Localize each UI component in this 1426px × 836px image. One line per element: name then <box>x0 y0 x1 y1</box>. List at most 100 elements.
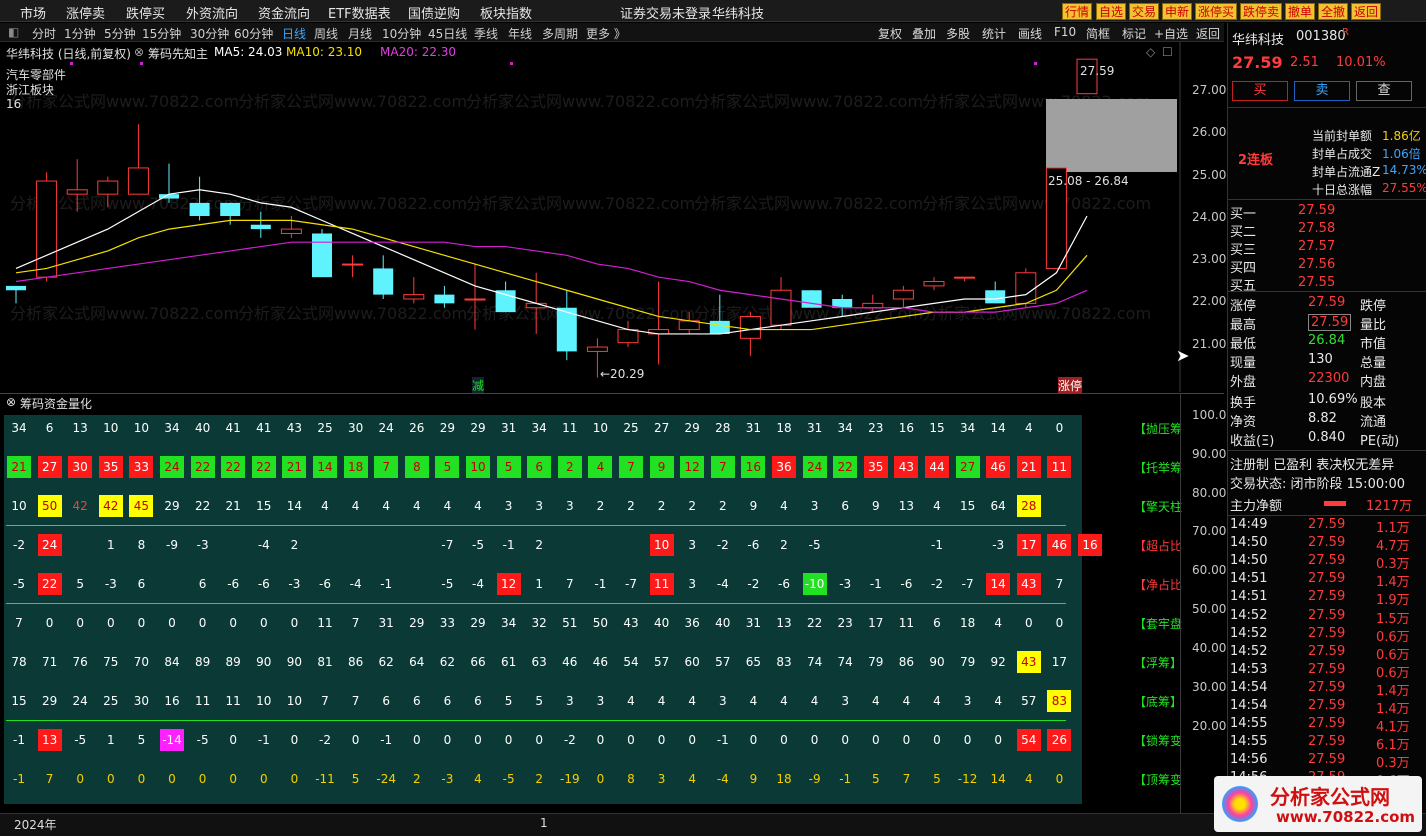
table-cell: 0 <box>229 772 237 786</box>
signal-dot <box>70 62 73 65</box>
table-cell: 89 <box>194 655 211 669</box>
menu-reverse-repo[interactable]: 国债逆购 <box>408 3 460 22</box>
table-cell: 29 <box>684 421 700 435</box>
tool-f10[interactable]: F10 <box>1054 25 1076 39</box>
menu-limit-up-sell[interactable]: 涨停卖 <box>66 3 105 22</box>
table-cell: 0 <box>810 733 819 747</box>
period-30min[interactable]: 30分钟 <box>190 25 229 42</box>
table-cell: 25 <box>623 421 639 435</box>
table-cell: -3 <box>441 772 454 786</box>
tool-mark[interactable]: 标记 <box>1122 25 1146 42</box>
btn-trade[interactable]: 交易 <box>1129 3 1160 20</box>
table-cell: 0 <box>168 616 176 630</box>
period-15min[interactable]: 15分钟 <box>142 25 181 42</box>
tool-adjust[interactable]: 复权 <box>878 25 902 42</box>
table-cell: 7 <box>321 694 329 708</box>
menu-sector-index[interactable]: 板块指数 <box>480 3 532 22</box>
table-cell: 6 <box>382 694 390 708</box>
menu-etf-table[interactable]: ETF数据表 <box>328 3 391 22</box>
chip-indicator-panel[interactable]: ⊗ 筹码资金量化 34 6 13 10 10 34 40 41 41 43 25 30 24 26 29 29… <box>0 393 1227 813</box>
table-cell: 35 <box>863 456 888 478</box>
table-cell: 22 <box>833 456 858 478</box>
table-cell: 28 <box>715 421 731 435</box>
table-cell: 0 <box>76 616 84 630</box>
period-multi[interactable]: 多周期 <box>542 25 578 42</box>
table-cell: 16 <box>741 456 766 478</box>
diamond-icon[interactable]: ◇ <box>1146 45 1155 59</box>
sell-button[interactable]: 卖 <box>1294 81 1350 101</box>
btn-quote[interactable]: 行情 <box>1062 3 1093 20</box>
period-45day[interactable]: 45日线 <box>428 25 467 42</box>
mouse-cursor-icon: ➤ <box>1176 346 1190 365</box>
btn-limit-down-sell[interactable]: 跌停卖 <box>1240 3 1283 20</box>
range-annotation: 25.08 - 26.84 <box>1048 174 1129 188</box>
menu-fund-flow[interactable]: 资金流向 <box>258 3 310 22</box>
seal-value: 27.55% <box>1382 181 1426 195</box>
candle-body <box>892 289 914 300</box>
tick-price: 27.59 <box>1308 643 1346 659</box>
table-cell: 3 <box>596 694 605 708</box>
tool-simple-frame[interactable]: 简框 <box>1086 25 1110 42</box>
panel-tick: 40.00 <box>1192 641 1227 655</box>
price-tick: 25.00 <box>1192 168 1227 182</box>
seal-value: 1.06倍 <box>1382 147 1421 161</box>
tick-time: 14:56 <box>1230 752 1268 768</box>
table-cell: 40 <box>653 616 670 630</box>
stat-label-2: 内盘 <box>1360 375 1387 390</box>
table-cell: 33 <box>439 616 456 630</box>
period-yearly[interactable]: 年线 <box>508 25 532 42</box>
table-cell: 17 <box>868 616 884 630</box>
table-cell: 5 <box>504 694 513 708</box>
candle-body <box>985 290 1006 304</box>
tool-stats[interactable]: 统计 <box>982 25 1006 42</box>
table-cell: 30 <box>347 421 364 435</box>
candle-body <box>342 263 364 266</box>
btn-watchlist[interactable]: 自选 <box>1096 3 1127 20</box>
period-daily[interactable]: 日线 <box>282 25 306 42</box>
tool-draw[interactable]: 画线 <box>1018 25 1042 42</box>
tick-volume: 0.6万 <box>1376 665 1410 681</box>
query-button[interactable]: 查 <box>1356 81 1412 101</box>
btn-ipo[interactable]: 申新 <box>1162 3 1193 20</box>
stat-label-2: 总量 <box>1360 356 1387 371</box>
kline-chart[interactable]: 分析家公式网www.70822.com 分析家公式网www.70822.com … <box>0 42 1227 394</box>
tool-return[interactable]: 返回 <box>1196 25 1220 42</box>
price-tick: 21.00 <box>1192 337 1227 351</box>
table-cell: -7 <box>961 577 974 591</box>
candle-body <box>954 276 976 279</box>
period-quarterly[interactable]: 季线 <box>474 25 498 42</box>
period-intraday[interactable]: 分时 <box>32 25 56 42</box>
menu-foreign-flow[interactable]: 外资流向 <box>186 3 238 22</box>
period-more[interactable]: 更多 》 <box>586 25 626 42</box>
buy-button[interactable]: 买 <box>1232 81 1288 101</box>
btn-limit-up-buy[interactable]: 涨停买 <box>1195 3 1238 20</box>
tick-time: 14:55 <box>1230 734 1268 750</box>
tool-add-watch[interactable]: +自选 <box>1154 25 1188 42</box>
table-cell: 30 <box>133 694 150 708</box>
stat-label: 外盘 <box>1230 375 1257 390</box>
table-cell: 15 <box>256 499 272 513</box>
stat-value: 26.84 <box>1308 333 1346 348</box>
menu-market[interactable]: 市场 <box>20 3 46 22</box>
btn-return[interactable]: 返回 <box>1351 3 1382 20</box>
bid-label: 买三 <box>1230 243 1257 258</box>
table-cell: 46 <box>592 655 609 669</box>
square-icon[interactable]: ☐ <box>1162 45 1173 59</box>
btn-cancel-order[interactable]: 撤单 <box>1285 3 1316 20</box>
tool-multi-stock[interactable]: 多股 <box>946 25 970 42</box>
layout-icon[interactable]: ◧ <box>8 25 19 39</box>
period-60min[interactable]: 60分钟 <box>234 25 273 42</box>
indicator-collapse-icon[interactable]: ⊗ <box>134 45 144 59</box>
menu-limit-down-buy[interactable]: 跌停买 <box>126 3 165 22</box>
tool-overlay[interactable]: 叠加 <box>912 25 936 42</box>
year-label: 2024年 <box>14 818 57 832</box>
btn-cancel-all[interactable]: 全撤 <box>1318 3 1349 20</box>
stat-label: 净资 <box>1230 415 1257 430</box>
period-10min[interactable]: 10分钟 <box>382 25 421 42</box>
table-cell: 9 <box>871 499 880 513</box>
period-1min[interactable]: 1分钟 <box>64 25 96 42</box>
period-weekly[interactable]: 周线 <box>314 25 338 42</box>
period-monthly[interactable]: 月线 <box>348 25 372 42</box>
indicator-name[interactable]: 筹码先知主 <box>148 45 208 62</box>
period-5min[interactable]: 5分钟 <box>104 25 136 42</box>
